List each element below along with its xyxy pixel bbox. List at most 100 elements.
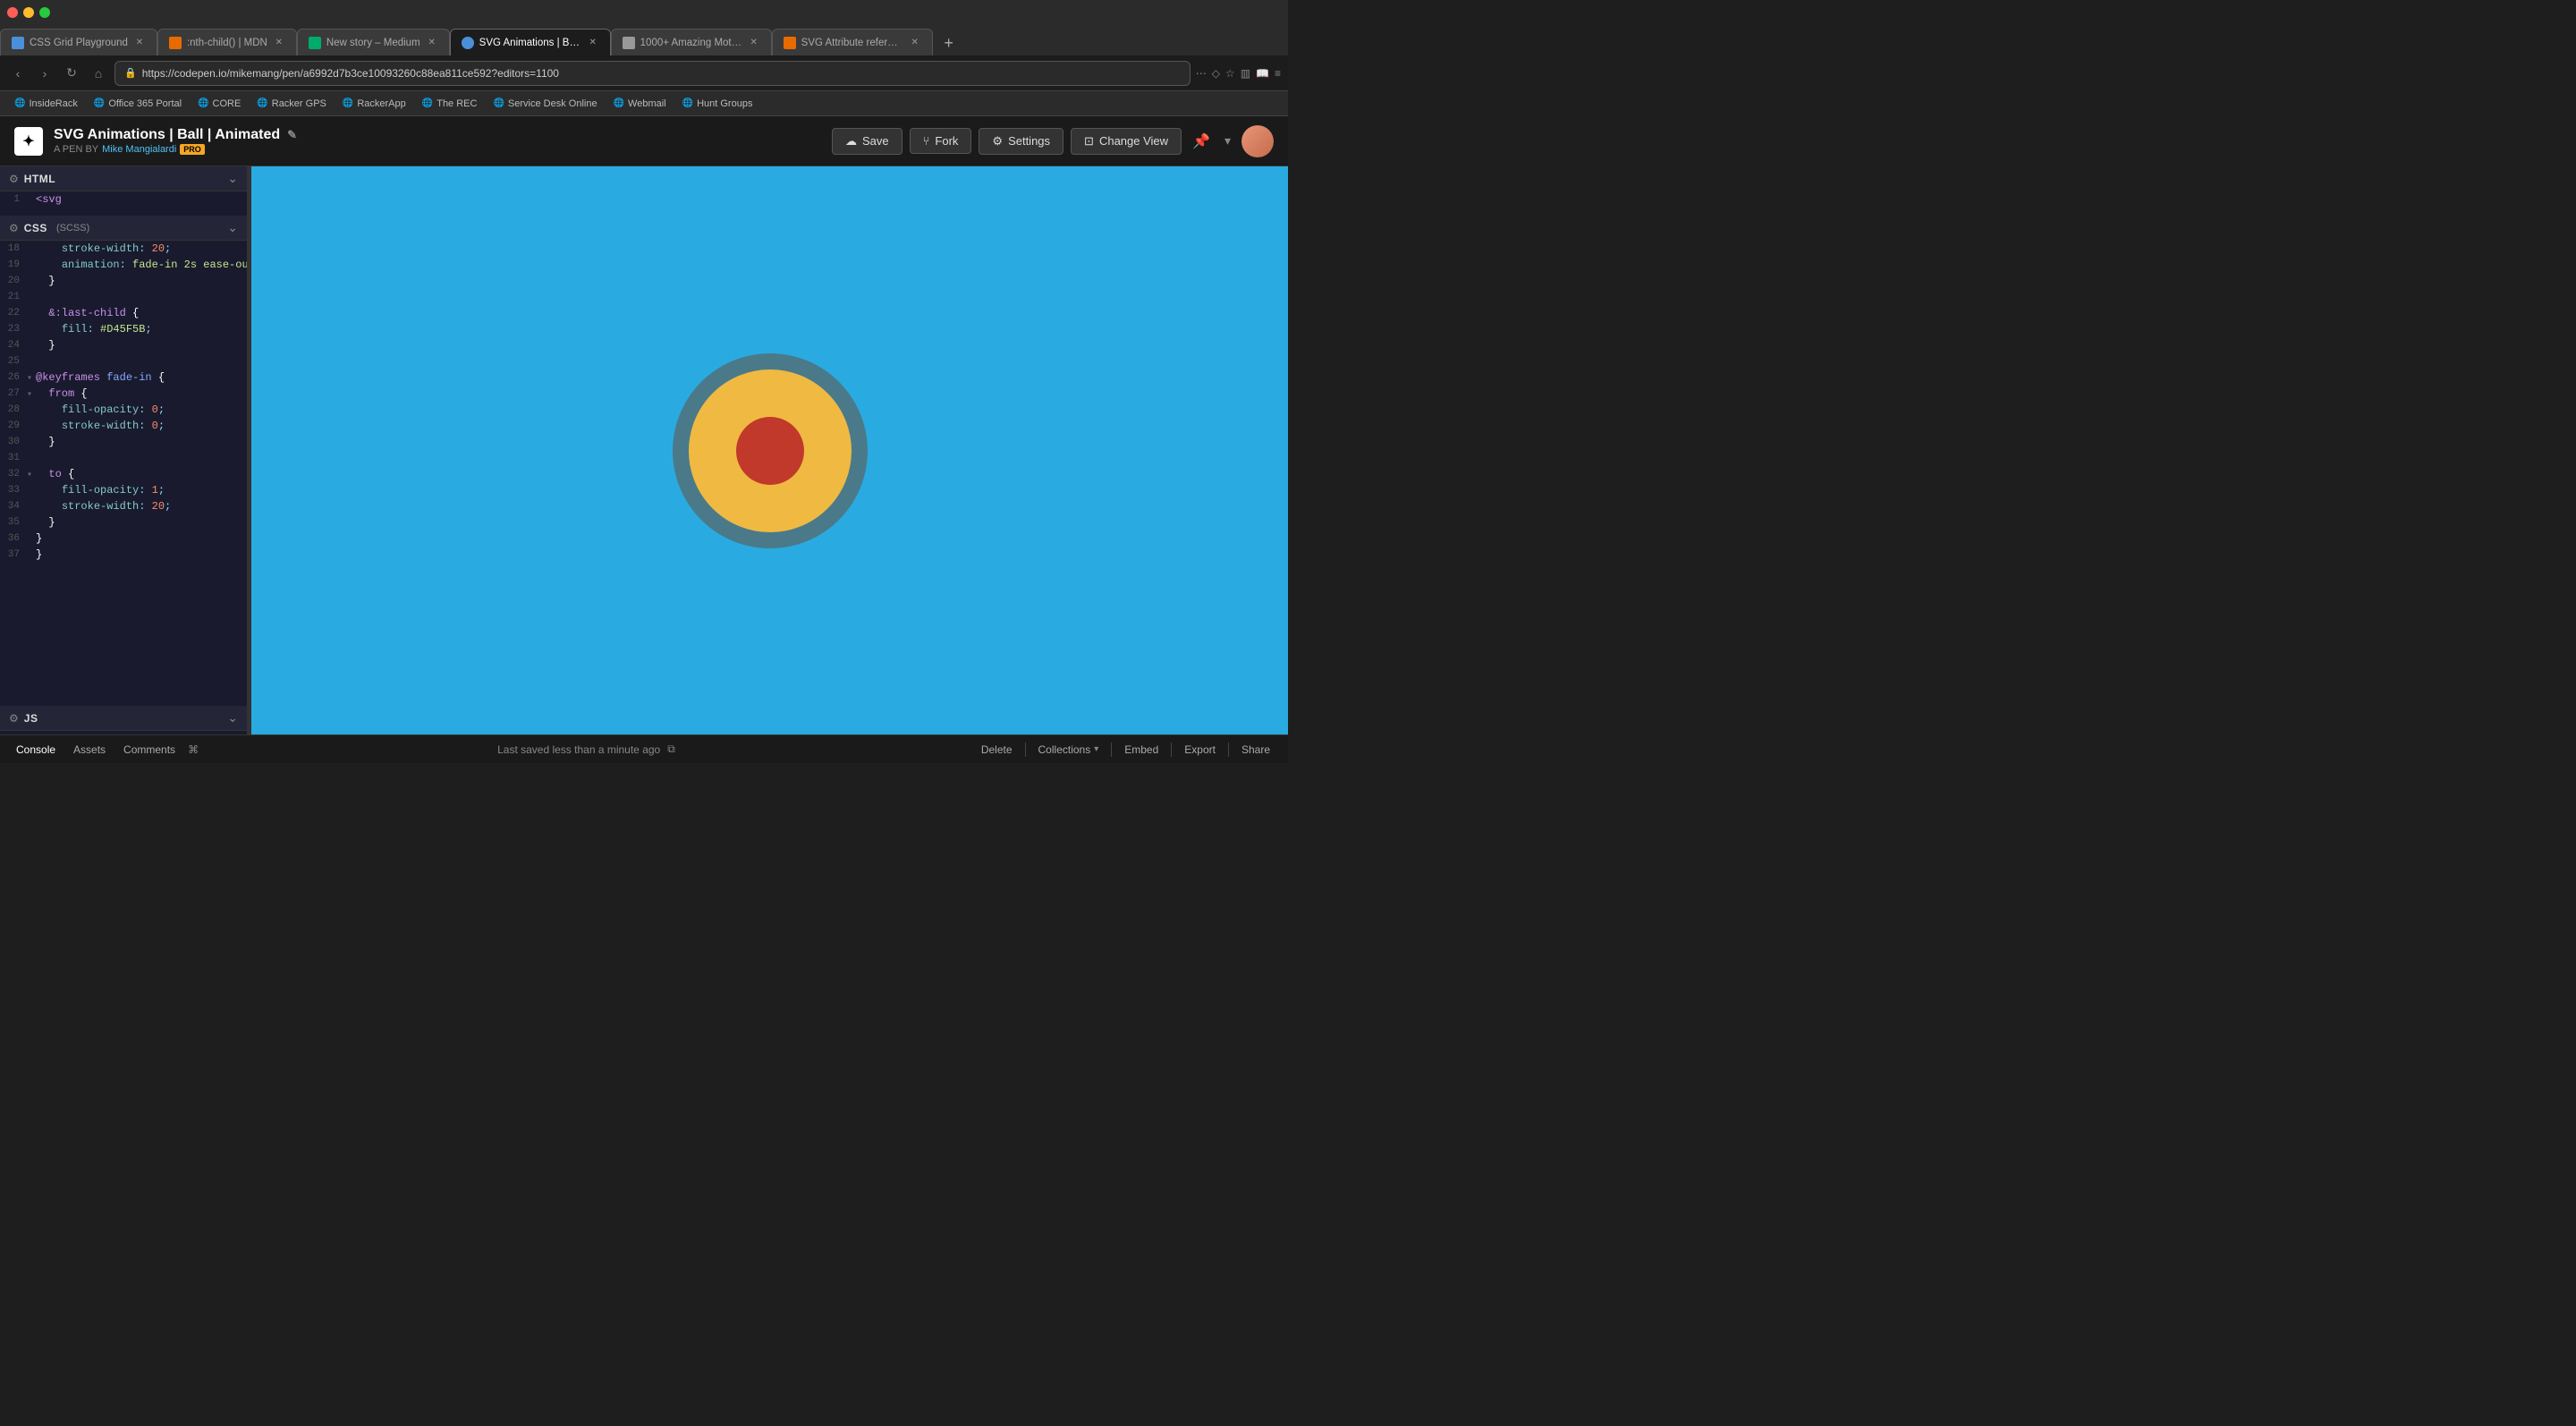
code-content: fill: #D45F5B;	[36, 323, 247, 335]
bookmark-core[interactable]: 🌐 CORE	[191, 97, 248, 111]
code-content: }	[36, 532, 247, 545]
bookmark-icon[interactable]: ☆	[1225, 67, 1235, 80]
bookmark-label: Webmail	[628, 98, 666, 109]
fold-arrow[interactable]	[27, 436, 36, 437]
assets-tab[interactable]: Assets	[68, 742, 111, 758]
globe-icon: 🌐	[343, 98, 353, 108]
fold-arrow[interactable]	[27, 452, 36, 454]
fold-arrow[interactable]: ▾	[27, 387, 36, 400]
bookmark-office365[interactable]: 🌐 Office 365 Portal	[87, 97, 189, 111]
fold-arrow[interactable]	[27, 420, 36, 421]
codepen-logo[interactable]: ✦	[14, 127, 43, 156]
fold-arrow[interactable]	[27, 516, 36, 518]
menu-button[interactable]: ≡	[1275, 67, 1281, 80]
fold-arrow[interactable]	[27, 275, 36, 276]
embed-button[interactable]: Embed	[1117, 742, 1165, 758]
tab-close-icon[interactable]: ✕	[426, 37, 438, 49]
forward-button[interactable]: ›	[34, 63, 55, 84]
fold-arrow[interactable]	[27, 484, 36, 486]
browser-tab-svg-attr[interactable]: SVG Attribute reference | M... ✕	[772, 29, 933, 55]
browser-tab-codepen[interactable]: SVG Animations | Ball | Anim... ✕	[450, 29, 611, 55]
fold-arrow[interactable]	[27, 323, 36, 325]
save-button[interactable]: ☁ Save	[832, 128, 902, 155]
fork-button[interactable]: ⑂ Fork	[910, 128, 972, 154]
back-button[interactable]: ‹	[7, 63, 29, 84]
tab-close-icon[interactable]: ✕	[587, 37, 599, 49]
delete-button[interactable]: Delete	[974, 742, 1020, 758]
pocket-icon[interactable]: ◇	[1212, 67, 1220, 80]
fold-arrow[interactable]	[27, 403, 36, 405]
tab-title: New story – Medium	[326, 38, 420, 48]
css-code-area[interactable]: 18 stroke-width: 20;19 animation: fade-i…	[0, 241, 247, 566]
html-section-header[interactable]: ⚙ HTML ⌄	[0, 166, 247, 191]
bookmark-service-desk[interactable]: 🌐 Service Desk Online	[486, 97, 604, 111]
css-section-header[interactable]: ⚙ CSS (SCSS) ⌄	[0, 216, 247, 241]
bookmark-rackerapp[interactable]: 🌐 RackerApp	[335, 97, 413, 111]
fold-arrow[interactable]: ▾	[27, 371, 36, 384]
html-settings-icon[interactable]: ⚙	[9, 173, 19, 185]
bookmark-webmail[interactable]: 🌐 Webmail	[606, 97, 674, 111]
fold-arrow[interactable]: ▾	[27, 468, 36, 480]
traffic-light-red[interactable]	[7, 7, 18, 18]
browser-tab-motion[interactable]: 1000+ Amazing Motion Ph... ✕	[611, 29, 772, 55]
html-collapse-icon[interactable]: ⌄	[227, 171, 238, 186]
url-bar[interactable]: 🔒 https://codepen.io/mikemang/pen/a6992d…	[114, 61, 1191, 86]
change-view-button[interactable]: ⊡ Change View	[1071, 128, 1182, 155]
bookmark-the-rec[interactable]: 🌐 The REC	[415, 97, 485, 111]
js-section-header[interactable]: ⚙ JS ⌄	[0, 706, 247, 731]
collections-dropdown-icon[interactable]: ▾	[1094, 744, 1098, 754]
js-settings-icon[interactable]: ⚙	[9, 712, 19, 725]
author-name-link[interactable]: Mike Mangialardi	[102, 144, 176, 155]
code-content: }	[36, 339, 247, 352]
settings-button[interactable]: ⚙ Settings	[979, 128, 1063, 155]
line-number: 26	[0, 371, 27, 383]
pin-button[interactable]: 📌	[1189, 129, 1214, 154]
share-button[interactable]: Share	[1234, 742, 1277, 758]
globe-icon: 🌐	[493, 98, 504, 108]
js-collapse-icon[interactable]: ⌄	[227, 710, 238, 726]
css-collapse-icon[interactable]: ⌄	[227, 220, 238, 235]
user-avatar[interactable]	[1241, 125, 1274, 157]
browser-tab-nth-child[interactable]: :nth-child() | MDN ✕	[157, 29, 297, 55]
html-code-area[interactable]: 1 <svg	[0, 191, 247, 216]
bookmark-insiderack[interactable]: 🌐 InsideRack	[7, 97, 85, 111]
fold-arrow[interactable]	[27, 307, 36, 309]
console-tab[interactable]: Console	[11, 742, 61, 758]
code-content: fill-opacity: 0;	[36, 403, 247, 416]
fold-arrow[interactable]	[27, 532, 36, 534]
tab-close-icon[interactable]: ✕	[748, 37, 760, 49]
css-settings-icon[interactable]: ⚙	[9, 222, 19, 234]
fold-arrow[interactable]	[27, 259, 36, 260]
fold-arrow[interactable]	[27, 339, 36, 341]
code-content: stroke-width: 20;	[36, 500, 247, 513]
expand-button[interactable]: ▾	[1221, 130, 1234, 152]
comments-tab[interactable]: Comments	[118, 742, 181, 758]
traffic-light-green[interactable]	[39, 7, 50, 18]
bookmark-hunt-groups[interactable]: 🌐 Hunt Groups	[675, 97, 760, 111]
browser-tab-css-grid[interactable]: CSS Grid Playground ✕	[0, 29, 157, 55]
tab-close-icon[interactable]: ✕	[909, 37, 921, 49]
traffic-light-yellow[interactable]	[23, 7, 34, 18]
bookmark-racker-gps[interactable]: 🌐 Racker GPS	[250, 97, 334, 111]
reload-button[interactable]: ↻	[61, 63, 82, 84]
line-number: 35	[0, 516, 27, 528]
collections-button[interactable]: Collections ▾	[1031, 742, 1106, 758]
open-in-new-icon[interactable]: ⧉	[667, 743, 675, 756]
edit-title-icon[interactable]: ✎	[287, 128, 297, 142]
sidebar-toggle[interactable]: ▥	[1241, 67, 1250, 80]
home-button[interactable]: ⌂	[88, 63, 109, 84]
fold-arrow[interactable]	[27, 500, 36, 502]
tab-close-icon[interactable]: ✕	[273, 37, 285, 49]
new-tab-button[interactable]: +	[936, 30, 962, 55]
browser-tab-medium[interactable]: New story – Medium ✕	[297, 29, 450, 55]
fold-arrow[interactable]	[27, 193, 36, 195]
reader-view-icon[interactable]: 📖	[1256, 67, 1269, 80]
tab-close-icon[interactable]: ✕	[133, 37, 146, 49]
export-button[interactable]: Export	[1177, 742, 1223, 758]
css-code-scroll[interactable]: 18 stroke-width: 20;19 animation: fade-i…	[0, 241, 247, 706]
fold-arrow[interactable]	[27, 355, 36, 357]
fold-arrow[interactable]	[27, 548, 36, 550]
extensions-icon[interactable]: ⋯	[1196, 67, 1207, 80]
fold-arrow[interactable]	[27, 242, 36, 244]
fold-arrow[interactable]	[27, 291, 36, 293]
